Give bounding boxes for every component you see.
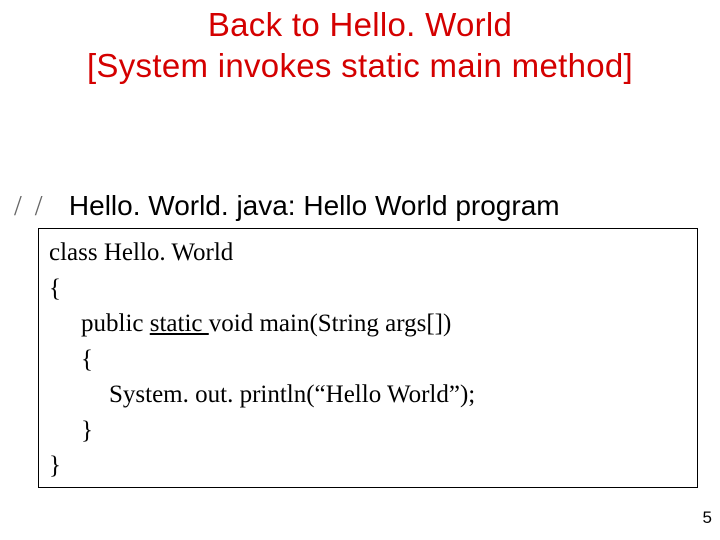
title-line-2: [System invokes static main method] [0, 45, 720, 86]
slide: Back to Hello. World [System invokes sta… [0, 0, 720, 540]
comment-text: Hello. World. java: Hello World program [69, 190, 560, 221]
kw-static: static [150, 310, 209, 337]
page-number: 5 [703, 508, 712, 528]
code-line-1: class Hello. World [49, 239, 233, 266]
code-box: class Hello. World { public static void … [38, 228, 698, 488]
kw-public: public [81, 310, 150, 337]
code-comment: / / Hello. World. java: Hello World prog… [14, 190, 560, 223]
code-line-2: { [49, 275, 61, 302]
main-signature: void main(String args[]) [209, 310, 452, 337]
code-line-7: } [49, 452, 61, 479]
comment-slashes: / / [14, 191, 46, 222]
code-line-3: public static void main(String args[]) [49, 306, 687, 342]
title-line-1: Back to Hello. World [0, 4, 720, 45]
code-line-5: System. out. println(“Hello World”); [49, 377, 687, 413]
code-line-6: } [49, 413, 687, 449]
code-line-4: { [49, 342, 687, 378]
slide-title: Back to Hello. World [System invokes sta… [0, 0, 720, 87]
